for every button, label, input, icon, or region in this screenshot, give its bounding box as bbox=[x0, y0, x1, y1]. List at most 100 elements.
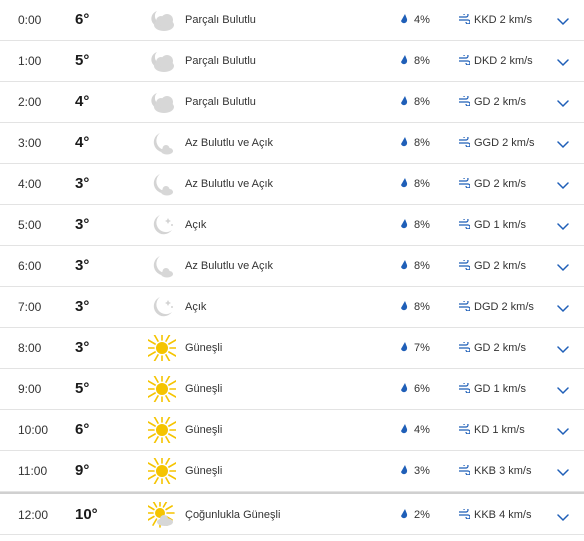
wind-icon bbox=[458, 55, 474, 67]
wind: KD 1 km/s bbox=[458, 410, 525, 450]
wind: KKB 3 km/s bbox=[458, 451, 531, 491]
wind-icon bbox=[458, 509, 474, 521]
partly-cloudy-night-icon bbox=[151, 93, 174, 113]
hour-label: 2:00 bbox=[18, 95, 42, 109]
precipitation: 8% bbox=[400, 82, 430, 122]
precipitation: 6% bbox=[400, 369, 430, 409]
sunny-icon bbox=[148, 417, 176, 443]
hour-label: 9:00 bbox=[18, 382, 42, 396]
hour-label: 0:00 bbox=[18, 13, 42, 27]
precipitation: 4% bbox=[400, 410, 430, 450]
hour-label: 11:00 bbox=[18, 464, 48, 478]
forecast-row[interactable]: 3:00 4° Az Bulutlu ve Açık 8% GGD 2 km/s bbox=[0, 123, 584, 164]
forecast-row[interactable]: 6:00 3° Az Bulutlu ve Açık 8% GD 2 km/s bbox=[0, 246, 584, 287]
raindrop-icon bbox=[400, 465, 414, 477]
hour-label: 12:00 bbox=[18, 508, 49, 522]
chevron-down-icon[interactable] bbox=[557, 178, 569, 190]
temperature: 3° bbox=[75, 298, 90, 315]
wind-icon bbox=[458, 137, 474, 149]
wind-value: GD 2 km/s bbox=[474, 260, 526, 272]
wind-icon bbox=[458, 260, 474, 272]
partly-cloudy-night-icon bbox=[151, 52, 174, 72]
forecast-row[interactable]: 10:00 6° Güneşli 4% KD 1 km/s bbox=[0, 410, 584, 451]
precipitation: 3% bbox=[400, 451, 430, 491]
precipitation-value: 8% bbox=[414, 301, 430, 313]
precipitation: 8% bbox=[400, 287, 430, 327]
forecast-row[interactable]: 11:00 9° Güneşli 3% KKB 3 km/s bbox=[0, 451, 584, 492]
mostly-sunny-icon bbox=[148, 502, 175, 528]
hour-label: 6:00 bbox=[18, 259, 42, 273]
condition-text: Az Bulutlu ve Açık bbox=[185, 137, 274, 149]
chevron-down-icon[interactable] bbox=[557, 219, 569, 231]
condition-text: Açık bbox=[185, 219, 207, 231]
chevron-down-icon[interactable] bbox=[557, 465, 569, 477]
precipitation-value: 8% bbox=[414, 55, 430, 67]
sunny-icon bbox=[148, 376, 176, 402]
raindrop-icon bbox=[400, 14, 414, 26]
wind: DKD 2 km/s bbox=[458, 41, 533, 81]
condition-text: Güneşli bbox=[185, 342, 223, 354]
chevron-down-icon[interactable] bbox=[557, 342, 569, 354]
wind-icon bbox=[458, 383, 474, 395]
wind-value: KKD 2 km/s bbox=[474, 14, 533, 26]
wind: KKD 2 km/s bbox=[458, 0, 532, 40]
chevron-down-icon[interactable] bbox=[557, 301, 569, 313]
hour-label: 1:00 bbox=[18, 54, 42, 68]
wind-value: KD 1 km/s bbox=[474, 424, 525, 436]
condition-text: Açık bbox=[185, 301, 207, 313]
forecast-row[interactable]: 4:00 3° Az Bulutlu ve Açık 8% GD 2 km/s bbox=[0, 164, 584, 205]
condition-text: Güneşli bbox=[185, 465, 223, 477]
chevron-down-icon[interactable] bbox=[557, 424, 569, 436]
precipitation: 8% bbox=[400, 246, 430, 286]
wind-value: DGD 2 km/s bbox=[474, 301, 534, 313]
condition-text: Parçalı Bulutlu bbox=[185, 14, 256, 26]
forecast-row[interactable]: 5:00 3° Açık 8% GD 1 km/s bbox=[0, 205, 584, 246]
precipitation-value: 8% bbox=[414, 178, 430, 190]
wind-icon bbox=[458, 301, 474, 313]
temperature: 4° bbox=[75, 134, 90, 151]
temperature: 6° bbox=[75, 421, 90, 438]
condition-text: Parçalı Bulutlu bbox=[185, 55, 256, 67]
temperature: 3° bbox=[75, 257, 90, 274]
temperature: 10° bbox=[75, 506, 98, 523]
condition-text: Güneşli bbox=[185, 424, 223, 436]
chevron-down-icon[interactable] bbox=[557, 96, 569, 108]
raindrop-icon bbox=[400, 55, 414, 67]
wind: DGD 2 km/s bbox=[458, 287, 534, 327]
forecast-row[interactable]: 8:00 3° Güneşli 7% GD 2 km/s bbox=[0, 328, 584, 369]
chevron-down-icon[interactable] bbox=[557, 137, 569, 149]
wind: GD 2 km/s bbox=[458, 328, 526, 368]
wind-icon bbox=[458, 424, 474, 436]
raindrop-icon bbox=[400, 509, 414, 521]
raindrop-icon bbox=[400, 178, 414, 190]
wind: GGD 2 km/s bbox=[458, 123, 535, 163]
hour-label: 4:00 bbox=[18, 177, 42, 191]
raindrop-icon bbox=[400, 260, 414, 272]
mostly-clear-night-icon bbox=[153, 174, 173, 196]
raindrop-icon bbox=[400, 342, 414, 354]
condition-text: Parçalı Bulutlu bbox=[185, 96, 256, 108]
temperature: 3° bbox=[75, 339, 90, 356]
raindrop-icon bbox=[400, 383, 414, 395]
hour-label: 5:00 bbox=[18, 218, 42, 232]
forecast-row[interactable]: 7:00 3° Açık 8% DGD 2 km/s bbox=[0, 287, 584, 328]
chevron-down-icon[interactable] bbox=[557, 510, 569, 522]
wind-icon bbox=[458, 96, 474, 108]
hourly-forecast-list: 0:00 6° Parçalı Bulutlu 4% KKD 2 km/s 1:… bbox=[0, 0, 584, 535]
forecast-row[interactable]: 1:00 5° Parçalı Bulutlu 8% DKD 2 km/s bbox=[0, 41, 584, 82]
chevron-down-icon[interactable] bbox=[557, 260, 569, 272]
precipitation-value: 7% bbox=[414, 342, 430, 354]
temperature: 9° bbox=[75, 462, 90, 479]
forecast-row[interactable]: 12:00 10° Çoğunlukla Güneşli 2% KKB 4 km… bbox=[0, 492, 584, 535]
condition-text: Güneşli bbox=[185, 383, 223, 395]
wind-value: GGD 2 km/s bbox=[474, 137, 535, 149]
sunny-icon bbox=[148, 458, 176, 484]
wind-value: GD 1 km/s bbox=[474, 219, 526, 231]
forecast-row[interactable]: 2:00 4° Parçalı Bulutlu 8% GD 2 km/s bbox=[0, 82, 584, 123]
chevron-down-icon[interactable] bbox=[557, 14, 569, 26]
forecast-row[interactable]: 9:00 5° Güneşli 6% GD 1 km/s bbox=[0, 369, 584, 410]
chevron-down-icon[interactable] bbox=[557, 55, 569, 67]
raindrop-icon bbox=[400, 301, 414, 313]
chevron-down-icon[interactable] bbox=[557, 383, 569, 395]
forecast-row[interactable]: 0:00 6° Parçalı Bulutlu 4% KKD 2 km/s bbox=[0, 0, 584, 41]
